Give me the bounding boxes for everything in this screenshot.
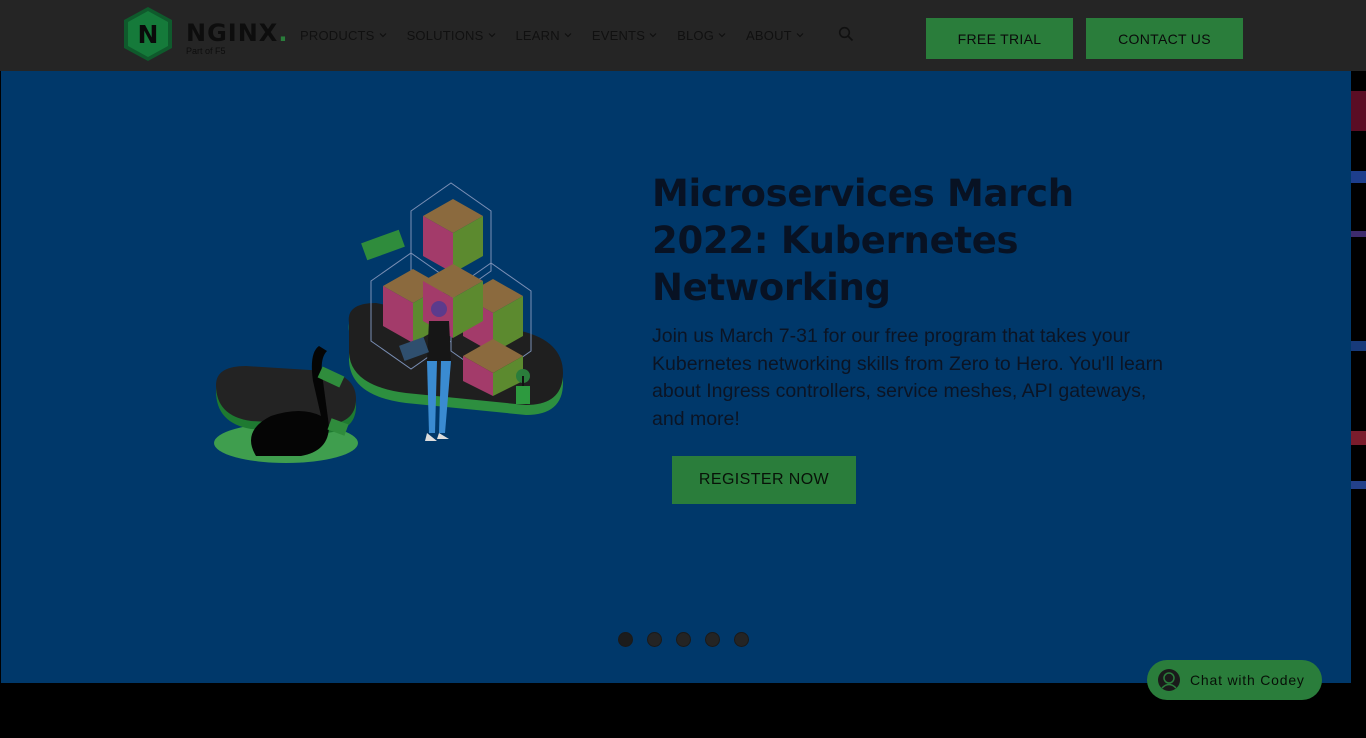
chevron-down-icon — [564, 33, 572, 38]
carousel-dot-3[interactable] — [676, 632, 691, 647]
hero-title: Microservices March 2022: Kubernetes Net… — [652, 172, 1074, 309]
nginx-hex-icon: N — [124, 7, 172, 61]
next-slide-peek — [1351, 71, 1366, 683]
carousel-dot-4[interactable] — [705, 632, 720, 647]
chatbot-avatar-icon — [1158, 669, 1180, 691]
nav-products[interactable]: PRODUCTS — [300, 28, 387, 43]
nav-products-label: PRODUCTS — [300, 27, 375, 43]
chat-widget-button[interactable]: Chat with Codey — [1147, 660, 1322, 700]
nav-solutions-label: SOLUTIONS — [406, 27, 484, 43]
chat-widget-label: Chat with Codey — [1190, 672, 1305, 688]
nav-learn[interactable]: LEARN — [516, 28, 572, 43]
free-trial-button[interactable]: FREE TRIAL — [926, 18, 1073, 59]
register-now-button[interactable]: REGISTER NOW — [672, 456, 856, 504]
hero-description: Join us March 7-31 for our free program … — [652, 325, 1163, 430]
logo-letter: N — [138, 20, 159, 49]
brand-name: NGINX. — [186, 19, 289, 47]
carousel-dot-1[interactable] — [618, 632, 633, 647]
brand-tagline: Part of F5 — [186, 46, 226, 56]
search-icon[interactable] — [838, 26, 854, 42]
carousel-dot-5[interactable] — [734, 632, 749, 647]
chevron-down-icon — [649, 33, 657, 38]
nav-about[interactable]: ABOUT — [746, 28, 804, 43]
hero-banner: Microservices March 2022: Kubernetes Net… — [1, 71, 1351, 683]
nav-events[interactable]: EVENTS — [592, 28, 657, 43]
chevron-down-icon — [718, 33, 726, 38]
chevron-down-icon — [796, 33, 804, 38]
nginx-logo[interactable]: N NGINX. Part of F5 — [122, 6, 287, 62]
chevron-down-icon — [488, 33, 495, 38]
nav-blog-label: BLOG — [677, 27, 715, 43]
nav-blog[interactable]: BLOG — [677, 28, 726, 43]
carousel-dot-2[interactable] — [647, 632, 662, 647]
chevron-down-icon — [379, 33, 386, 38]
kubernetes-illustration — [214, 182, 563, 463]
contact-us-button[interactable]: CONTACT US — [1086, 18, 1243, 59]
site-header: N NGINX. Part of F5 PRODUCTS SOLUTIONS L… — [0, 0, 1366, 71]
nav-learn-label: LEARN — [515, 27, 560, 43]
nav-events-label: EVENTS — [591, 27, 646, 43]
nav-about-label: ABOUT — [746, 27, 792, 43]
nav-solutions[interactable]: SOLUTIONS — [407, 28, 496, 43]
main-nav: PRODUCTS SOLUTIONS LEARN EVENTS BLOG ABO… — [300, 25, 824, 45]
carousel-dots — [618, 632, 763, 647]
